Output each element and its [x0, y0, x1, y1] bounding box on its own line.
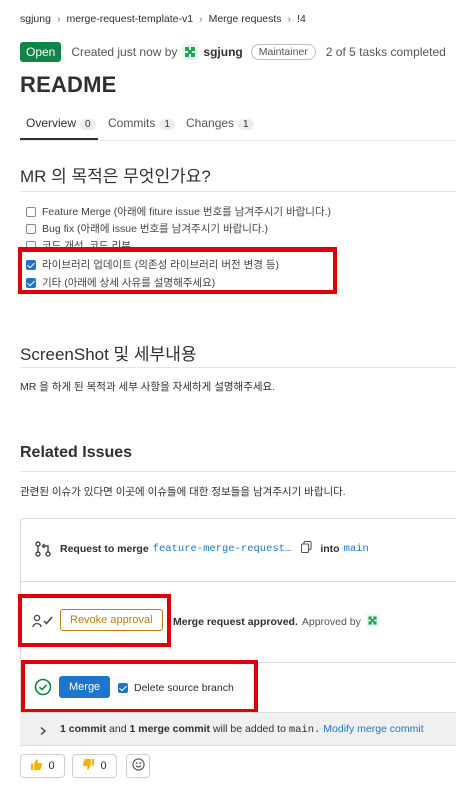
source-branch[interactable]: feature-merge-request…	[153, 543, 292, 555]
screenshot-heading-block: ScreenShot 및 세부내용	[20, 340, 196, 365]
tab-overview-label: Overview	[26, 116, 77, 130]
task-item[interactable]: Bug fix (아래에 issue 번호를 남겨주시기 바랍니다.)	[26, 221, 268, 236]
thumbs-down-icon	[82, 758, 95, 774]
divider	[20, 367, 456, 368]
author-name[interactable]: sgjung	[203, 45, 242, 59]
screenshot-text: MR 을 하게 된 목적과 세부 사항을 자세하게 설명해주세요.	[20, 381, 276, 393]
screenshot-heading: ScreenShot 및 세부내용	[20, 345, 197, 364]
related-text: 관련된 이슈가 있다면 이곳에 이슈들에 대한 정보들을 남겨주시기 바랍니다.	[20, 486, 346, 498]
tab-commits[interactable]: Commits 1	[108, 116, 175, 130]
merge-branches-row: Request to merge feature-merge-request… …	[60, 540, 369, 556]
highlight-box	[18, 594, 171, 647]
breadcrumb-item-merge-requests[interactable]: Merge requests	[209, 13, 282, 25]
related-heading-block: Related Issues	[20, 444, 132, 462]
task-item[interactable]: Feature Merge (아래에 fiture issue 번호를 남겨주시…	[26, 204, 331, 219]
breadcrumb-item-project[interactable]: merge-request-template-v1	[66, 13, 193, 25]
tasks-progress: 2 of 5 tasks completed	[325, 45, 446, 59]
breadcrumb: sgjung › merge-request-template-v1 › Merge r…	[20, 13, 306, 25]
approval-status: Merge request approved. Approved by	[173, 614, 379, 630]
add-reaction-button[interactable]	[126, 754, 150, 778]
divider	[20, 471, 456, 472]
status-badge: Open	[20, 42, 62, 62]
breadcrumb-separator: ›	[199, 13, 203, 25]
commits-target: main.	[288, 724, 321, 736]
task-checkbox[interactable]	[26, 206, 36, 217]
smiley-icon	[131, 758, 145, 774]
mr-status-row: Open Created just now by sgjung Maintain…	[20, 41, 446, 63]
approved-by-label: Approved by	[301, 616, 361, 628]
commits-summary: 1 commit and 1 merge commit will be adde…	[60, 723, 424, 736]
highlight-box	[21, 660, 258, 713]
task-label: Bug fix (아래에 issue 번호를 남겨주시기 바랍니다.)	[42, 223, 269, 235]
created-text: Created just now by	[71, 45, 178, 59]
tab-changes-count: 1	[238, 119, 254, 130]
approver-avatar-icon[interactable]	[365, 614, 379, 630]
mr-tabs: Overview 0 Commits 1 Changes 1	[20, 110, 456, 141]
target-branch[interactable]: main	[344, 543, 369, 555]
tab-overview[interactable]: Overview 0	[26, 116, 96, 130]
thumbs-down-count: 0	[100, 760, 107, 772]
role-badge: Maintainer	[250, 44, 316, 60]
into-label: into	[320, 542, 340, 555]
tab-overview-count: 0	[80, 119, 96, 130]
author-avatar-icon[interactable]	[182, 44, 199, 60]
breadcrumb-separator: ›	[56, 13, 61, 25]
merge-request-icon	[34, 540, 52, 563]
merge-commit-count: 1 merge commit	[129, 723, 211, 735]
task-checkbox[interactable]	[26, 223, 36, 234]
breadcrumb-item-mr-id[interactable]: !4	[297, 13, 306, 25]
request-to-merge-label: Request to merge	[60, 542, 149, 555]
commits-and: and	[109, 723, 127, 735]
thumbs-down-button[interactable]: 0	[72, 754, 117, 778]
copy-icon[interactable]	[301, 540, 312, 556]
breadcrumb-item-user[interactable]: sgjung	[20, 13, 51, 25]
task-label: Feature Merge (아래에 fiture issue 번호를 남겨주시…	[42, 206, 332, 218]
commits-suffix: will be added to	[212, 723, 286, 735]
commit-count: 1 commit	[60, 723, 107, 735]
thumbs-up-count: 0	[48, 760, 55, 772]
thumbs-up-icon	[30, 758, 43, 774]
divider	[20, 191, 456, 192]
thumbs-up-button[interactable]: 0	[20, 754, 65, 778]
chevron-right-icon[interactable]	[38, 723, 48, 741]
tab-commits-count: 1	[159, 119, 175, 130]
purpose-heading: MR 의 목적은 무엇인가요?	[20, 167, 211, 186]
page-title: README	[20, 72, 117, 97]
breadcrumb-separator: ›	[287, 13, 292, 25]
merge-request-widget: Request to merge feature-merge-request… …	[20, 518, 456, 582]
modify-merge-commit-link[interactable]: Modify merge commit	[323, 723, 423, 735]
related-heading: Related Issues	[20, 444, 133, 461]
tab-commits-label: Commits	[108, 116, 156, 130]
tab-changes[interactable]: Changes 1	[186, 116, 254, 130]
tab-changes-label: Changes	[186, 116, 235, 130]
active-tab-indicator	[20, 138, 98, 140]
highlight-box	[18, 247, 337, 294]
purpose-heading-block: MR 의 목적은 무엇인가요?	[20, 162, 211, 187]
approval-title: Merge request approved.	[173, 616, 298, 628]
